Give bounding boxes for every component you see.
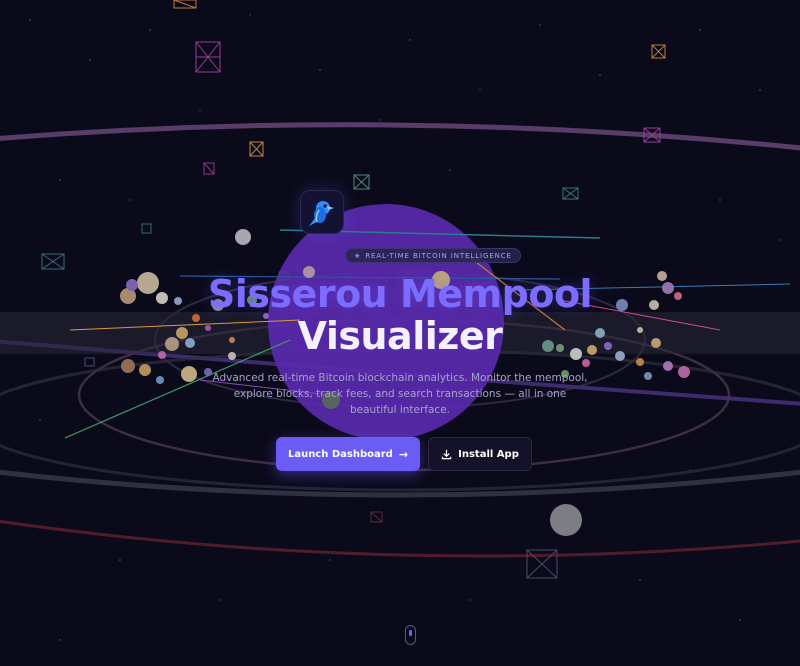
download-icon [441, 449, 452, 459]
star-icon: ★ [354, 251, 362, 260]
page-title-line1: Sisserou Mempool [207, 272, 593, 316]
launch-dashboard-button[interactable]: Launch Dashboard → [276, 437, 420, 471]
hero-scene: ★ REAL-TIME BITCOIN INTELLIGENCE Sissero… [0, 0, 800, 666]
arrow-right-icon: → [398, 447, 409, 461]
parrot-logo-icon [309, 201, 334, 226]
hero-subtitle: Advanced real-time Bitcoin blockchain an… [212, 372, 588, 416]
app-logo [300, 190, 344, 234]
badge-text: REAL-TIME BITCOIN INTELLIGENCE [365, 251, 512, 260]
launch-dashboard-label: Launch Dashboard [287, 448, 393, 460]
scroll-down-indicator[interactable] [405, 625, 416, 645]
page-title-line2: Visualizer [297, 314, 503, 358]
install-app-label: Install App [458, 448, 519, 460]
install-app-button[interactable]: Install App [428, 437, 532, 471]
scroll-dot [409, 630, 412, 636]
hero-badge: ★ REAL-TIME BITCOIN INTELLIGENCE [345, 248, 521, 263]
